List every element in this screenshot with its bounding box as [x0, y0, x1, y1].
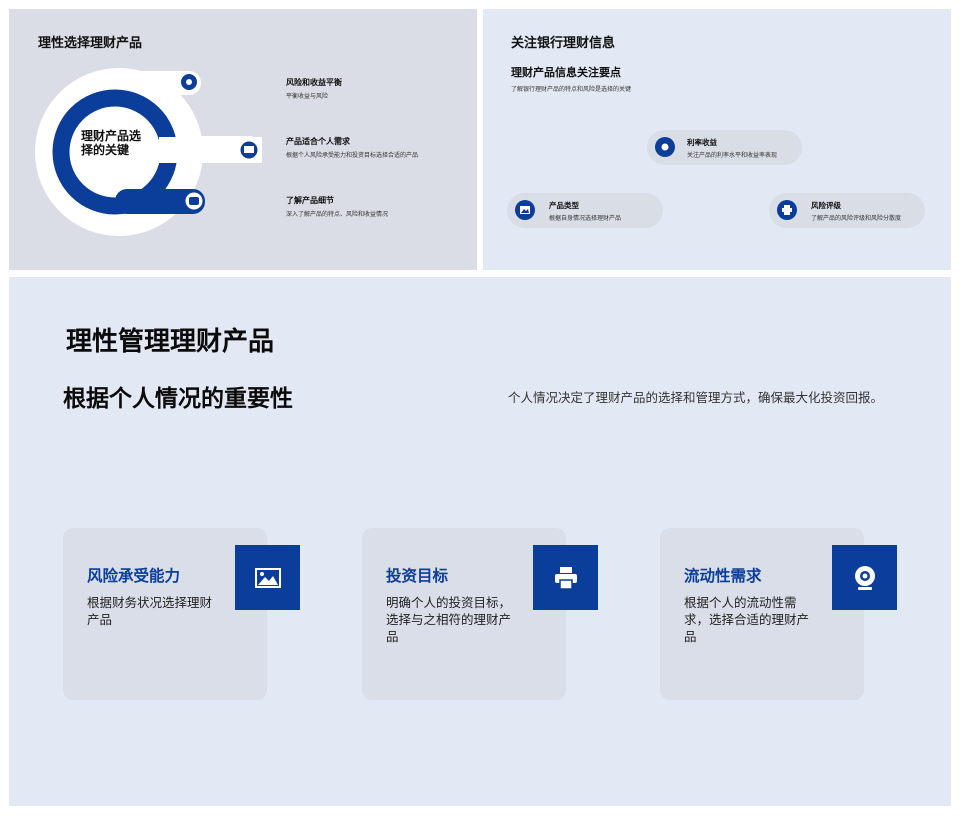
- card-body: 根据个人的流动性需求，选择合适的理财产品: [684, 595, 810, 644]
- slide-desc: 了解银行理财产品的特点和风险是选择的关键: [511, 86, 632, 93]
- pill-title: 产品类型: [549, 201, 579, 210]
- pill-desc: 关注产品的利率水平和收益率表现: [687, 152, 778, 159]
- card-body: 明确个人的投资目标，选择与之相符的理财产品: [386, 595, 512, 644]
- card-body: 根据财务状况选择理财产品: [87, 595, 213, 627]
- printer-icon: [777, 200, 797, 220]
- webcam-icon: [832, 545, 897, 610]
- item-title: 风险和收益平衡: [286, 78, 342, 87]
- info-pill: 利率收益 关注产品的利率水平和收益率表现: [647, 130, 802, 165]
- image-icon: [515, 200, 535, 220]
- slide-subtitle: 理财产品信息关注要点: [511, 66, 621, 79]
- item-desc: 深入了解产品的特点、风险和收益情况: [286, 211, 389, 218]
- item-desc: 根据个人风险承受能力和投资目标选择合适的产品: [286, 152, 419, 159]
- slide-subtitle: 根据个人情况的重要性: [63, 386, 293, 412]
- info-pill: 产品类型 根据自身情况选择理财产品: [507, 193, 663, 228]
- item-title: 产品适合个人需求: [286, 137, 350, 146]
- ring-center-label: 理财产品选择的关键: [81, 129, 142, 157]
- slide-title: 理性管理理财产品: [66, 327, 275, 357]
- slide-title: 关注银行理财信息: [511, 36, 616, 51]
- image-icon: [235, 545, 300, 610]
- pill-desc: 了解产品的风险评级和风险分散度: [811, 215, 902, 222]
- pill-title: 利率收益: [687, 138, 717, 147]
- slide-thumbnail-bank-info[interactable]: 关注银行理财信息 理财产品信息关注要点 了解银行理财产品的特点和风险是选择的关键…: [483, 9, 951, 270]
- key-ring-diagram: [35, 68, 262, 236]
- card-title: 流动性需求: [684, 567, 762, 585]
- item-desc: 平衡收益与风险: [286, 93, 329, 100]
- card-title: 风险承受能力: [87, 567, 181, 585]
- slide-main-management[interactable]: 理性管理理财产品 根据个人情况的重要性 个人情况决定了理财产品的选择和管理方式，…: [9, 277, 951, 806]
- location-pin-icon: [655, 137, 675, 157]
- card-title: 投资目标: [386, 567, 449, 585]
- item-title: 了解产品细节: [286, 196, 334, 205]
- info-pill: 风险评级 了解产品的风险评级和风险分散度: [769, 193, 925, 228]
- pill-desc: 根据自身情况选择理财产品: [549, 215, 622, 222]
- printer-icon: [533, 545, 598, 610]
- slide-desc: 个人情况决定了理财产品的选择和管理方式，确保最大化投资回报。: [508, 390, 884, 405]
- pill-title: 风险评级: [811, 201, 841, 210]
- slide-thumbnail-selection[interactable]: 理性选择理财产品 理财产品选择的关键 风险和收益平衡 平衡收益与风险 产品适合个…: [9, 9, 477, 270]
